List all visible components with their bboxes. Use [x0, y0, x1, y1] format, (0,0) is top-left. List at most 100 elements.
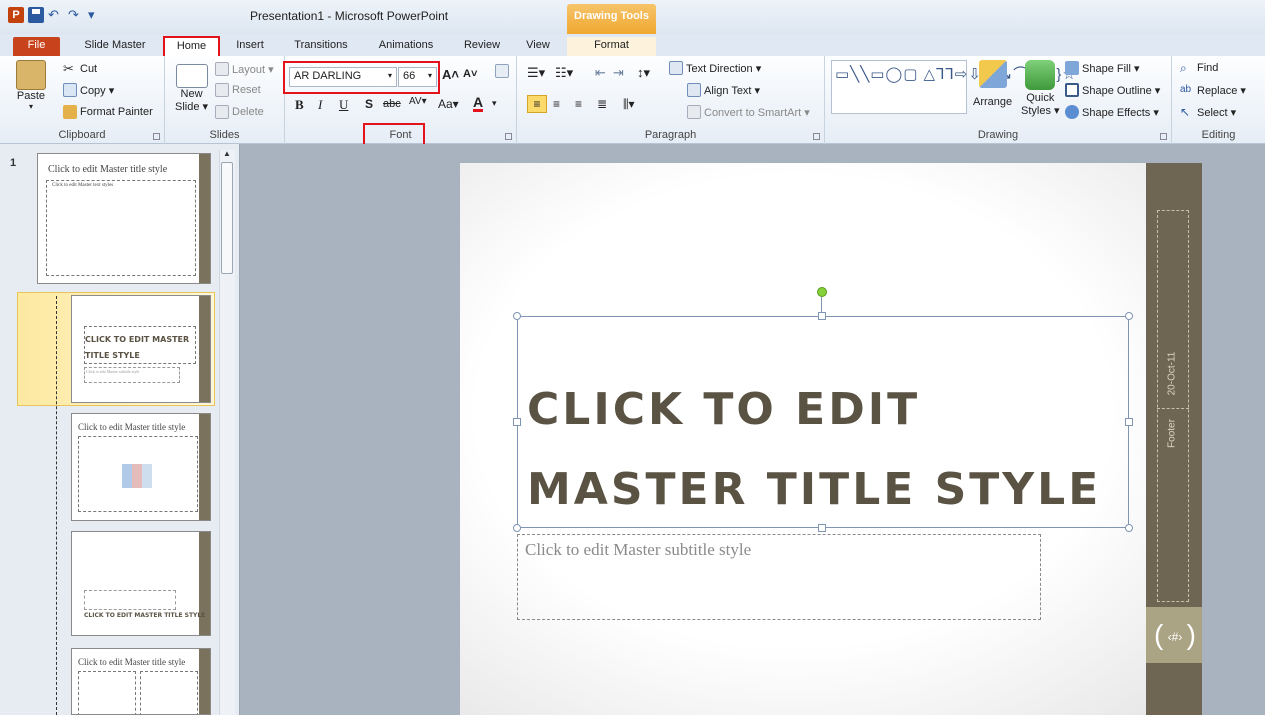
underline-button[interactable]: U: [339, 97, 348, 113]
bullets-button[interactable]: ☰▾: [527, 65, 545, 81]
slide-title-text[interactable]: Click to edit Master title style: [527, 370, 1127, 530]
numbering-icon: ☷▾: [555, 65, 574, 80]
paste-dropdown-icon: ▾: [28, 102, 33, 111]
shape-outline-button[interactable]: Shape Outline ▾: [1065, 83, 1160, 97]
thumbnail-master[interactable]: Click to edit Master title style Click t…: [37, 153, 211, 284]
shape-effects-icon: [1065, 105, 1079, 119]
shrink-font-button[interactable]: A˅: [463, 68, 477, 80]
copy-icon: [63, 83, 77, 97]
tab-home[interactable]: Home: [163, 36, 220, 57]
thumbnail-side-bar: [199, 414, 210, 520]
quick-styles-icon: [1025, 60, 1056, 90]
align-right-button[interactable]: ≡: [575, 97, 582, 111]
delete-button[interactable]: Delete: [215, 105, 264, 119]
save-icon[interactable]: [28, 7, 44, 23]
thumbnail-title-layout[interactable]: CLICK TO EDIT MASTER TITLE STYLE Click t…: [71, 295, 211, 403]
tab-animations[interactable]: Animations: [369, 37, 443, 56]
character-spacing-button[interactable]: AV▾: [409, 96, 427, 107]
chart-placeholder-icon: [122, 464, 152, 488]
change-case-button[interactable]: Aa▾: [438, 97, 459, 111]
footer-placeholder-box[interactable]: [1157, 210, 1189, 602]
clipboard-launcher-icon[interactable]: [153, 133, 160, 140]
resize-handle-top-right[interactable]: [1125, 312, 1133, 320]
powerpoint-app-icon[interactable]: P: [8, 7, 24, 23]
font-color-button[interactable]: A: [473, 95, 484, 112]
line-spacing-button[interactable]: ↕▾: [637, 65, 650, 81]
tab-format[interactable]: Format: [567, 37, 656, 56]
drawing-launcher-icon[interactable]: [1160, 133, 1167, 140]
resize-handle-left[interactable]: [513, 418, 521, 426]
rotation-handle[interactable]: [817, 287, 827, 297]
new-slide-button[interactable]: New Slide ▾: [175, 64, 208, 113]
date-placeholder[interactable]: 20-Oct-11: [1167, 349, 1178, 399]
format-painter-button[interactable]: Format Painter: [63, 105, 153, 119]
clear-formatting-button[interactable]: [495, 64, 509, 78]
tab-transitions[interactable]: Transitions: [284, 37, 358, 56]
convert-smartart-button[interactable]: Convert to SmartArt ▾: [687, 105, 810, 119]
thumbnail-section-header[interactable]: CLICK TO EDIT MASTER TITLE STYLE: [71, 531, 211, 636]
resize-handle-bottom-left[interactable]: [513, 524, 521, 532]
increase-indent-button[interactable]: ⇥: [613, 65, 624, 81]
footer-placeholder[interactable]: Footer: [1167, 409, 1178, 459]
smartart-icon: [687, 105, 701, 119]
redo-icon[interactable]: ↷: [68, 7, 84, 23]
undo-icon[interactable]: ↶: [48, 7, 64, 23]
shape-fill-button[interactable]: Shape Fill ▾: [1065, 61, 1140, 75]
numbering-button[interactable]: ☷▾: [555, 65, 573, 81]
thumbnail-content-placeholder: [46, 180, 196, 276]
grow-font-icon: A˄: [442, 67, 459, 82]
increase-indent-icon: ⇥: [613, 65, 624, 80]
quick-styles-button[interactable]: Quick Styles ▾: [1021, 60, 1060, 117]
strikethrough-button[interactable]: abc: [383, 98, 401, 110]
slide-number-placeholder[interactable]: ‹#›: [1152, 619, 1198, 653]
thumbnail-two-content[interactable]: Click to edit Master title style: [71, 648, 211, 715]
copy-button[interactable]: Copy ▾: [63, 83, 114, 97]
slide-subtitle-text[interactable]: Click to edit Master subtitle style: [525, 540, 751, 560]
layout-icon: [215, 62, 229, 76]
thumbnail-title: CLICK TO EDIT MASTER TITLE STYLE: [85, 335, 190, 360]
italic-icon: I: [318, 97, 323, 112]
scroll-up-icon[interactable]: ▲: [223, 149, 231, 158]
shapes-gallery[interactable]: ▭╲╲▭◯▢ △⅂⅂⇨⇩△ ↘⌒⌒{ }☆: [831, 60, 1076, 114]
tab-insert[interactable]: Insert: [228, 37, 272, 56]
thumbnail-title: Click to edit Master title style: [78, 422, 186, 432]
customize-toolbar-icon[interactable]: ▾: [88, 7, 104, 23]
thumbnail-text-placeholder: [84, 590, 176, 610]
columns-button[interactable]: ⫼▾: [623, 97, 635, 112]
tab-file[interactable]: File: [13, 37, 60, 56]
select-button[interactable]: ↖ Select ▾: [1180, 105, 1236, 119]
paragraph-launcher-icon[interactable]: [813, 133, 820, 140]
cut-button[interactable]: ✂ Cut: [63, 62, 97, 76]
ribbon-tab-strip: File Slide Master Home Insert Transition…: [0, 34, 1265, 57]
tab-review[interactable]: Review: [456, 37, 508, 56]
align-right-icon: ≡: [575, 97, 583, 111]
resize-handle-top-left[interactable]: [513, 312, 521, 320]
shadow-button[interactable]: S: [365, 97, 373, 111]
thumbnail-scrollbar-thumb[interactable]: [221, 162, 233, 274]
shape-effects-button[interactable]: Shape Effects ▾: [1065, 105, 1159, 119]
reset-button[interactable]: Reset: [215, 83, 261, 97]
italic-button[interactable]: I: [318, 97, 322, 113]
layout-button[interactable]: Layout ▾: [215, 62, 274, 76]
paste-button[interactable]: Paste ▾: [16, 60, 46, 111]
bold-button[interactable]: B: [295, 97, 304, 113]
align-left-icon: ≡: [533, 97, 541, 111]
slides-group-label: Slides: [209, 129, 240, 141]
grow-font-button[interactable]: A˄: [442, 67, 459, 82]
decrease-indent-button[interactable]: ⇤: [595, 65, 606, 81]
align-left-button[interactable]: ≡: [527, 95, 547, 113]
find-button[interactable]: ⌕ Find: [1180, 61, 1218, 75]
thumbnail-content-layout[interactable]: Click to edit Master title style: [71, 413, 211, 521]
font-color-dropdown[interactable]: ▾: [492, 98, 497, 109]
arrange-button[interactable]: Arrange: [973, 60, 1012, 108]
character-spacing-icon: AV▾: [409, 96, 427, 107]
font-launcher-icon[interactable]: [505, 133, 512, 140]
tab-view[interactable]: View: [517, 37, 559, 56]
text-direction-button[interactable]: Text Direction ▾: [669, 61, 761, 75]
align-text-button[interactable]: Align Text ▾: [687, 83, 760, 97]
tab-slide-master[interactable]: Slide Master: [76, 37, 154, 56]
resize-handle-top[interactable]: [818, 312, 826, 320]
replace-button[interactable]: ab Replace ▾: [1180, 83, 1246, 97]
justify-button[interactable]: ≣: [597, 97, 607, 111]
align-center-button[interactable]: ≡: [553, 97, 560, 111]
